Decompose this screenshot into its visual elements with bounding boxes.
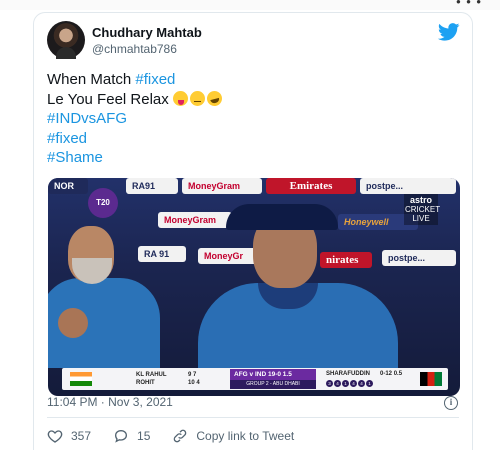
ball-outcome: 4 bbox=[358, 380, 365, 387]
astro-cricket-logo: astro CRICKET LIVE bbox=[404, 194, 441, 225]
copy-link-label: Copy link to Tweet bbox=[196, 429, 295, 443]
info-icon[interactable]: i bbox=[444, 396, 458, 410]
hashtag-link[interactable]: #Shame bbox=[47, 149, 103, 166]
reply-count: 15 bbox=[137, 429, 151, 443]
ad-board: nirates bbox=[320, 252, 372, 268]
ball-outcome: 1 bbox=[342, 380, 349, 387]
batter-name: KL RAHUL bbox=[136, 372, 167, 378]
hashtag-link[interactable]: #fixed bbox=[135, 71, 175, 88]
hashtag-link[interactable]: #fixed bbox=[47, 130, 87, 147]
more-dots-icon[interactable]: • • • bbox=[456, 0, 482, 9]
batter-runs: 9 7 10 4 bbox=[188, 371, 200, 387]
score-value: 19-0 bbox=[267, 371, 281, 378]
hashtag-link[interactable]: #INDvsAFG bbox=[47, 110, 127, 127]
group-label: GROUP 2 - ABU DHABI bbox=[230, 380, 316, 389]
face-with-raised-eyebrow-emoji bbox=[189, 90, 205, 106]
tweet-text: When Match #fixed Le You Feel Relax #IND… bbox=[47, 70, 457, 168]
ball-outcome: 1 bbox=[366, 380, 373, 387]
like-count: 357 bbox=[71, 429, 92, 443]
link-icon bbox=[174, 429, 187, 443]
overs-value: 1.5 bbox=[282, 371, 292, 378]
ball-outcome: 4 bbox=[334, 380, 341, 387]
rolling-on-floor-laughing-emoji bbox=[205, 88, 224, 108]
heart-icon bbox=[47, 430, 63, 443]
afghanistan-flag-icon bbox=[420, 372, 442, 386]
tweet-media-image[interactable]: NOR RA91 MoneyGram Emirates postpe... Mo… bbox=[48, 178, 460, 396]
tweet-line-5: #Shame bbox=[47, 148, 457, 168]
coach-left-hand bbox=[58, 308, 88, 338]
recent-balls: 341441 bbox=[326, 380, 374, 387]
tweet-line-4: #fixed bbox=[47, 129, 457, 149]
ad-board: Emirates bbox=[266, 178, 356, 194]
tweet-line-2: Le You Feel Relax bbox=[47, 88, 457, 110]
ad-board: NOR bbox=[48, 178, 88, 194]
bowler-figures: 0-12 0.5 bbox=[380, 370, 402, 378]
copy-link-button[interactable]: Copy link to Tweet bbox=[172, 428, 294, 444]
match-label: AFG v IND bbox=[234, 371, 267, 378]
divider bbox=[47, 417, 459, 418]
batter-runs-value: 10 bbox=[188, 380, 195, 386]
bowler-figures-value: 0-12 bbox=[380, 371, 393, 377]
batter-balls-value: 7 bbox=[193, 372, 197, 378]
ad-board: RA91 bbox=[126, 178, 178, 194]
india-flag-icon bbox=[70, 372, 92, 386]
tweet-text-segment: Le You Feel Relax bbox=[47, 90, 173, 108]
twitter-bird-icon[interactable] bbox=[438, 23, 460, 41]
user-handle[interactable]: @chmahtab786 bbox=[92, 42, 177, 56]
bowler-name: SHARAFUDDIN bbox=[326, 371, 370, 377]
reply-bubble-icon bbox=[115, 429, 128, 443]
zany-face-emoji bbox=[172, 90, 188, 106]
ad-board: MoneyGram bbox=[158, 212, 232, 228]
tweet-line-1: When Match #fixed bbox=[47, 70, 457, 90]
ad-board: postpe... bbox=[382, 250, 456, 266]
score-bar: KL RAHUL ROHIT 9 7 10 4 AFG v IND 19-0 1… bbox=[62, 368, 448, 390]
astro-live: LIVE bbox=[412, 214, 430, 223]
ad-board: postpe... bbox=[360, 178, 456, 194]
tweet-text-segment: When Match bbox=[47, 71, 136, 88]
ball-outcome: 3 bbox=[326, 380, 333, 387]
tweet-actions: 357 15 Copy link to Tweet bbox=[47, 427, 316, 445]
astro-channel: CRICKET bbox=[405, 205, 441, 214]
ad-board: RA 91 bbox=[138, 246, 186, 262]
ad-board: MoneyGram bbox=[182, 178, 262, 194]
top-strip: • • • bbox=[0, 0, 500, 10]
like-button[interactable]: 357 bbox=[47, 428, 91, 444]
coach-right-cap bbox=[226, 204, 338, 230]
batter-runs-value: 9 bbox=[188, 372, 192, 378]
ball-outcome: 4 bbox=[350, 380, 357, 387]
reply-button[interactable]: 15 bbox=[113, 428, 150, 444]
t20-world-cup-logo: T20 bbox=[88, 188, 118, 218]
team-score: AFG v IND 19-0 1.5 bbox=[230, 369, 316, 380]
batters: KL RAHUL ROHIT bbox=[136, 371, 167, 387]
display-name[interactable]: Chudhary Mahtab bbox=[92, 25, 202, 40]
batter-name: ROHIT bbox=[136, 380, 155, 386]
avatar[interactable] bbox=[47, 21, 85, 59]
astro-brand: astro bbox=[409, 195, 432, 205]
tweet-timestamp[interactable]: 11:04 PM · Nov 3, 2021 bbox=[47, 395, 173, 409]
tweet-line-3: #INDvsAFG bbox=[47, 109, 457, 129]
batter-balls-value: 4 bbox=[196, 380, 200, 386]
tweet-card: Chudhary Mahtab @chmahtab786 When Match … bbox=[33, 12, 473, 450]
bowler-overs-value: 0.5 bbox=[393, 371, 403, 377]
